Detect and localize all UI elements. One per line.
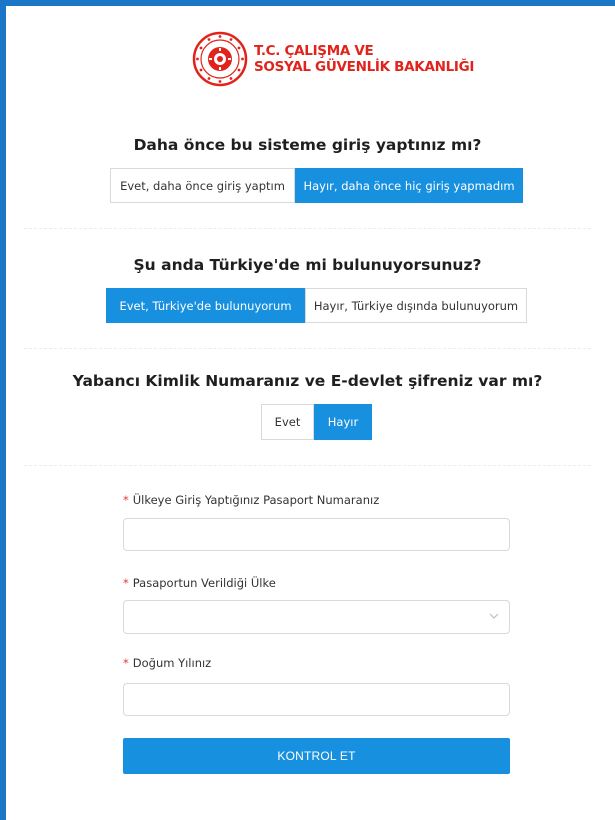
section-divider xyxy=(24,348,591,349)
option-previous-login-no[interactable]: Hayır, daha önce hiç giriş yapmadım xyxy=(295,168,523,203)
in-turkey-toggle: Evet, Türkiye'de bulunuyorum Hayır, Türk… xyxy=(106,288,527,323)
option-id-edevlet-yes[interactable]: Evet xyxy=(261,404,314,440)
ministry-logo: T.C. ÇALIŞMA VE SOSYAL GÜVENLİK BAKANLIĞ… xyxy=(192,28,474,90)
ministry-name-line2: SOSYAL GÜVENLİK BAKANLIĞI xyxy=(254,59,475,75)
chevron-down-icon xyxy=(489,613,499,619)
passport-number-label: * Ülkeye Giriş Yaptığınız Pasaport Numara… xyxy=(123,493,379,507)
birth-year-label: * Doğum Yılınız xyxy=(123,656,211,670)
check-button[interactable]: KONTROL ET xyxy=(123,738,510,774)
required-mark: * xyxy=(123,493,129,507)
passport-number-label-text: Ülkeye Giriş Yaptığınız Pasaport Numaran… xyxy=(132,493,380,507)
passport-number-input[interactable] xyxy=(123,518,510,551)
previous-login-toggle: Evet, daha önce giriş yaptım Hayır, daha… xyxy=(110,168,523,203)
ministry-seal-icon xyxy=(192,31,248,87)
option-in-turkey-yes[interactable]: Evet, Türkiye'de bulunuyorum xyxy=(106,288,305,323)
birth-year-input[interactable] xyxy=(123,683,510,716)
section-divider xyxy=(24,228,591,229)
ministry-name: T.C. ÇALIŞMA VE SOSYAL GÜVENLİK BAKANLIĞ… xyxy=(254,43,474,75)
issuing-country-label: * Pasaportun Verildiği Ülke xyxy=(123,576,276,590)
option-previous-login-yes[interactable]: Evet, daha önce giriş yaptım xyxy=(110,168,295,203)
ministry-name-line1: T.C. ÇALIŞMA VE xyxy=(254,43,374,59)
required-mark: * xyxy=(123,576,129,590)
birth-year-label-text: Doğum Yılınız xyxy=(132,656,212,670)
option-in-turkey-no[interactable]: Hayır, Türkiye dışında bulunuyorum xyxy=(305,288,527,323)
question-id-and-edevlet: Yabancı Kimlik Numaranız ve E-devlet şif… xyxy=(72,372,543,390)
option-id-edevlet-no[interactable]: Hayır xyxy=(314,404,372,440)
id-edevlet-toggle: Evet Hayır xyxy=(261,404,372,440)
question-in-turkey: Şu anda Türkiye'de mi bulunuyorsunuz? xyxy=(133,256,482,274)
question-previous-login: Daha önce bu sisteme giriş yaptınız mı? xyxy=(133,136,482,154)
issuing-country-label-text: Pasaportun Verildiği Ülke xyxy=(132,576,276,590)
required-mark: * xyxy=(123,656,129,670)
section-divider xyxy=(24,465,591,466)
issuing-country-select[interactable] xyxy=(123,600,510,634)
